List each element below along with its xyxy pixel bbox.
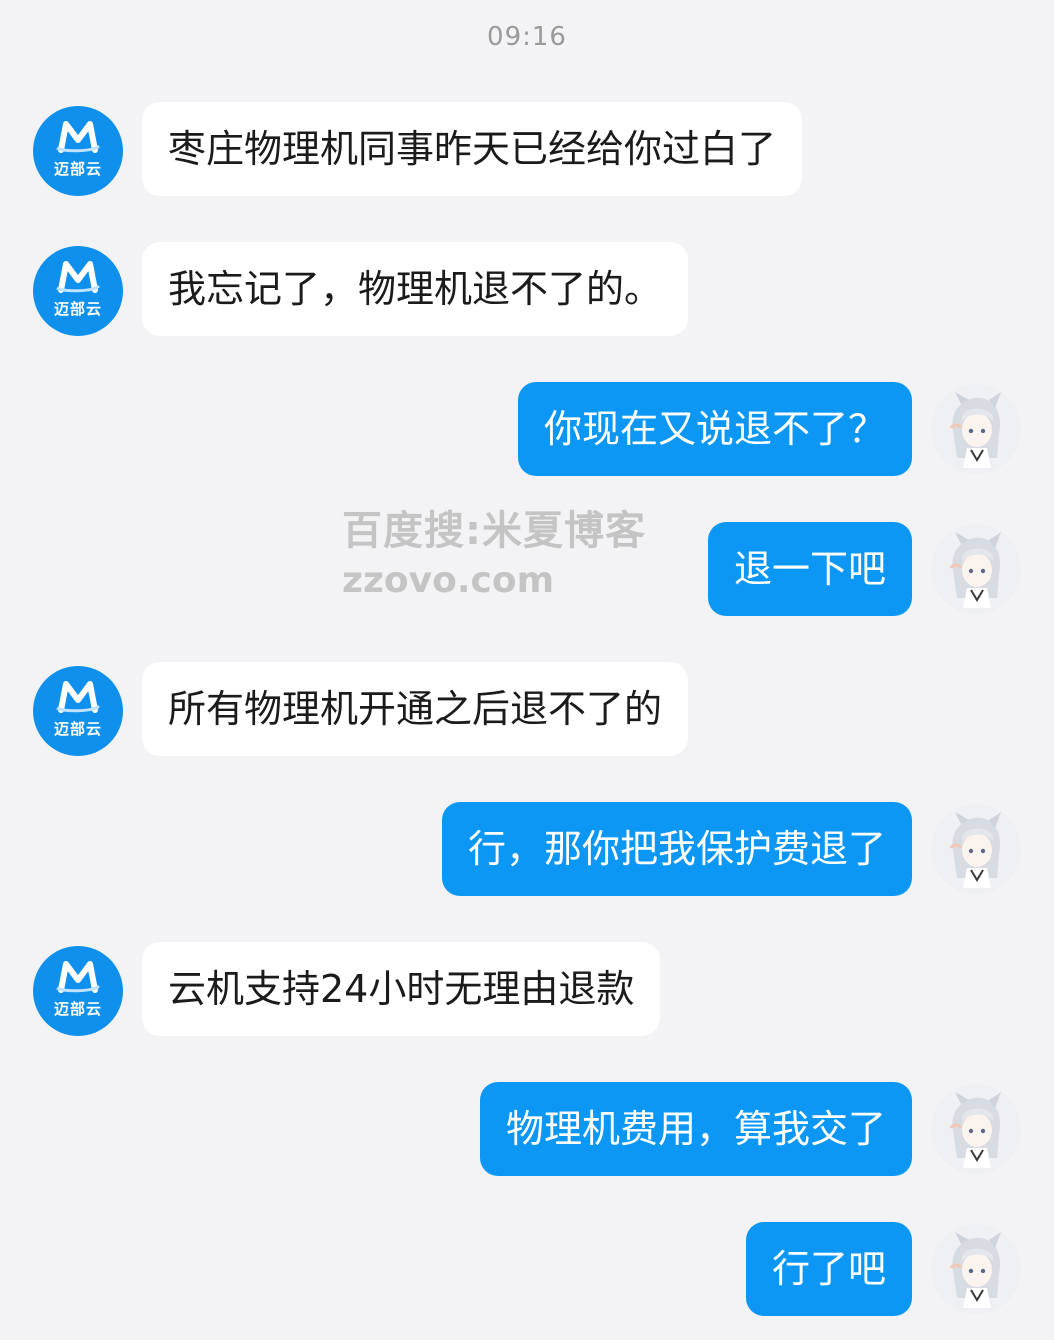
anime-girl-avatar-icon [949,532,1001,608]
anime-girl-avatar-icon [949,392,1001,468]
incoming-bubble[interactable]: 云机支持24小时无理由退款 [142,942,661,1036]
message-row: 物理机费用，算我交了 [0,1082,1054,1178]
contact-avatar[interactable]: 迈部云 [33,246,123,336]
maibu-cloud-logo-icon [56,261,101,293]
incoming-bubble[interactable]: 我忘记了，物理机退不了的。 [142,242,689,336]
user-avatar[interactable] [931,1224,1021,1314]
outgoing-bubble[interactable]: 你现在又说退不了？ [517,382,912,476]
anime-girl-avatar-icon [949,1232,1001,1308]
brand-name: 迈部云 [53,720,102,738]
contact-avatar[interactable]: 迈部云 [33,106,123,196]
outgoing-bubble[interactable]: 行了吧 [745,1222,912,1316]
contact-avatar[interactable]: 迈部云 [33,946,123,1036]
incoming-bubble[interactable]: 所有物理机开通之后退不了的 [142,662,689,756]
user-avatar[interactable] [931,524,1021,614]
brand-name: 迈部云 [53,300,102,318]
message-row: 行，那你把我保护费退了 [0,802,1054,898]
user-avatar[interactable] [931,384,1021,474]
chat-timestamp: 09:16 [487,22,567,52]
outgoing-bubble[interactable]: 退一下吧 [707,522,912,616]
message-row: 迈部云 枣庄物理机同事昨天已经给你过白了 [0,102,1054,198]
message-row: 你现在又说退不了？ [0,382,1054,478]
incoming-bubble[interactable]: 枣庄物理机同事昨天已经给你过白了 [142,102,803,196]
brand-name: 迈部云 [53,160,102,178]
anime-girl-avatar-icon [949,812,1001,888]
message-row: 迈部云 我忘记了，物理机退不了的。 [0,242,1054,338]
message-row: 退一下吧 [0,522,1054,618]
brand-name: 迈部云 [53,1000,102,1018]
user-avatar[interactable] [931,1084,1021,1174]
outgoing-bubble[interactable]: 行，那你把我保护费退了 [441,802,912,896]
contact-avatar[interactable]: 迈部云 [33,666,123,756]
outgoing-bubble[interactable]: 物理机费用，算我交了 [479,1082,912,1176]
maibu-cloud-logo-icon [56,681,101,713]
maibu-cloud-logo-icon [56,961,101,993]
maibu-cloud-logo-icon [56,121,101,153]
anime-girl-avatar-icon [949,1092,1001,1168]
message-row: 迈部云 云机支持24小时无理由退款 [0,942,1054,1038]
message-row: 迈部云 所有物理机开通之后退不了的 [0,662,1054,758]
message-row: 行了吧 [0,1222,1054,1318]
user-avatar[interactable] [931,804,1021,894]
